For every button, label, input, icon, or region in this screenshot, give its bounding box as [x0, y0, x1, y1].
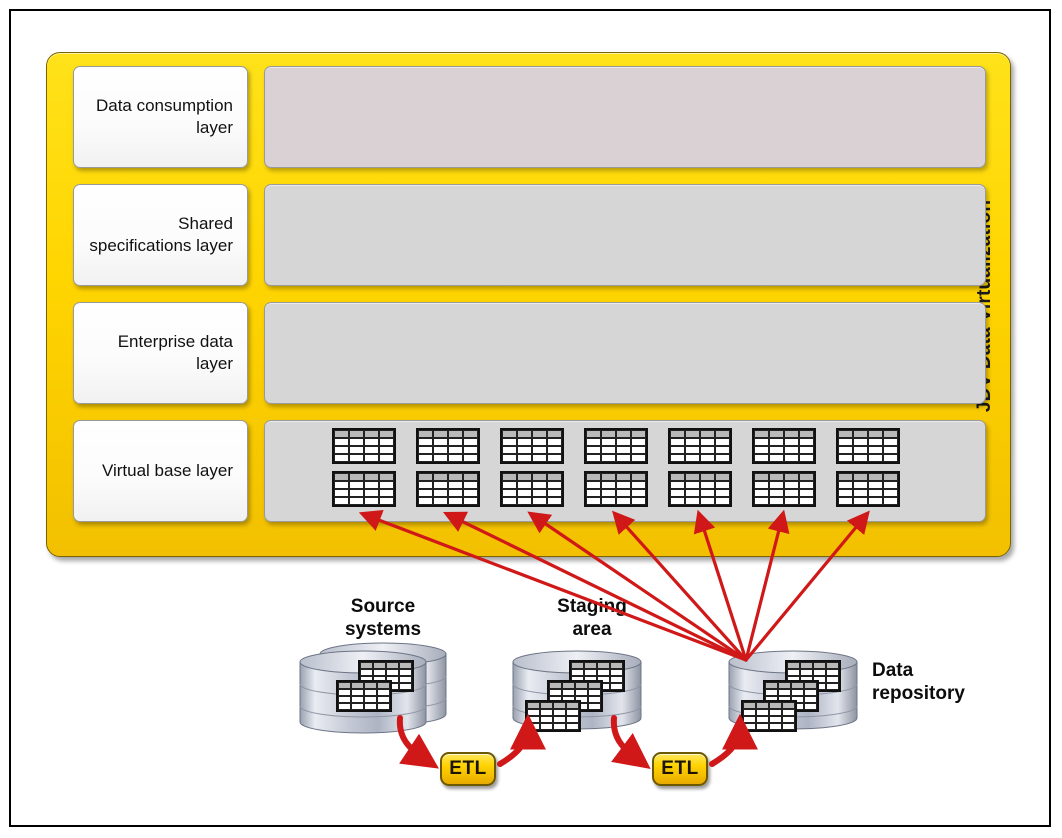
layer-label-text: Enterprise data layer: [117, 331, 233, 373]
layer-label-text: Shared specifications layer: [89, 213, 233, 255]
staging-area-label: Staging area: [557, 596, 627, 640]
cylinder-table-overlay: [525, 700, 581, 732]
virtual-table-group[interactable]: [752, 428, 816, 507]
layer-label-shared-specifications[interactable]: Shared specifications layer: [73, 184, 248, 286]
layer-label-text: Data consumption layer: [95, 95, 233, 137]
table-grid-icon: [584, 428, 648, 464]
source-systems-cylinder[interactable]: [299, 642, 452, 734]
layer-label-data-consumption[interactable]: Data consumption layer: [73, 66, 248, 168]
layer-panel-data-consumption[interactable]: [264, 66, 986, 168]
virtual-table-group[interactable]: [500, 428, 564, 507]
table-grid-icon: [500, 428, 564, 464]
virtual-table-group[interactable]: [836, 428, 900, 507]
layer-panel-enterprise-data[interactable]: [264, 302, 986, 404]
table-grid-icon: [332, 428, 396, 464]
table-grid-icon: [668, 471, 732, 507]
layer-label-virtual-base[interactable]: Virtual base layer: [73, 420, 248, 522]
table-grid-icon: [752, 471, 816, 507]
virtual-table-group[interactable]: [332, 428, 396, 507]
layer-label-text: Virtual base layer: [101, 460, 233, 480]
staging-area-cylinder[interactable]: [512, 648, 642, 732]
layer-panel-shared-specifications[interactable]: [264, 184, 986, 286]
virtual-table-group[interactable]: [668, 428, 732, 507]
virtual-base-table-icons: [264, 420, 986, 522]
source-systems-label: Source systems: [344, 596, 422, 640]
table-grid-icon: [416, 471, 480, 507]
table-grid-icon: [584, 471, 648, 507]
cylinder-table-overlay: [336, 680, 392, 712]
layer-label-enterprise-data[interactable]: Enterprise data layer: [73, 302, 248, 404]
virtual-table-group[interactable]: [584, 428, 648, 507]
table-grid-icon: [500, 471, 564, 507]
table-grid-icon: [836, 428, 900, 464]
etl-box-1[interactable]: ETL: [440, 752, 496, 786]
diagram-canvas: JDV Data Virtualization Data consumption…: [0, 0, 1062, 838]
table-grid-icon: [668, 428, 732, 464]
jdv-container: JDV Data Virtualization Data consumption…: [46, 52, 1011, 557]
etl-box-2[interactable]: ETL: [652, 752, 708, 786]
table-grid-icon: [332, 471, 396, 507]
data-repository-label: Data repository: [872, 660, 965, 704]
data-repository-cylinder[interactable]: [728, 648, 858, 732]
cylinder-table-overlay: [741, 700, 797, 732]
table-grid-icon: [752, 428, 816, 464]
table-grid-icon: [416, 428, 480, 464]
table-grid-icon: [836, 471, 900, 507]
virtual-table-group[interactable]: [416, 428, 480, 507]
